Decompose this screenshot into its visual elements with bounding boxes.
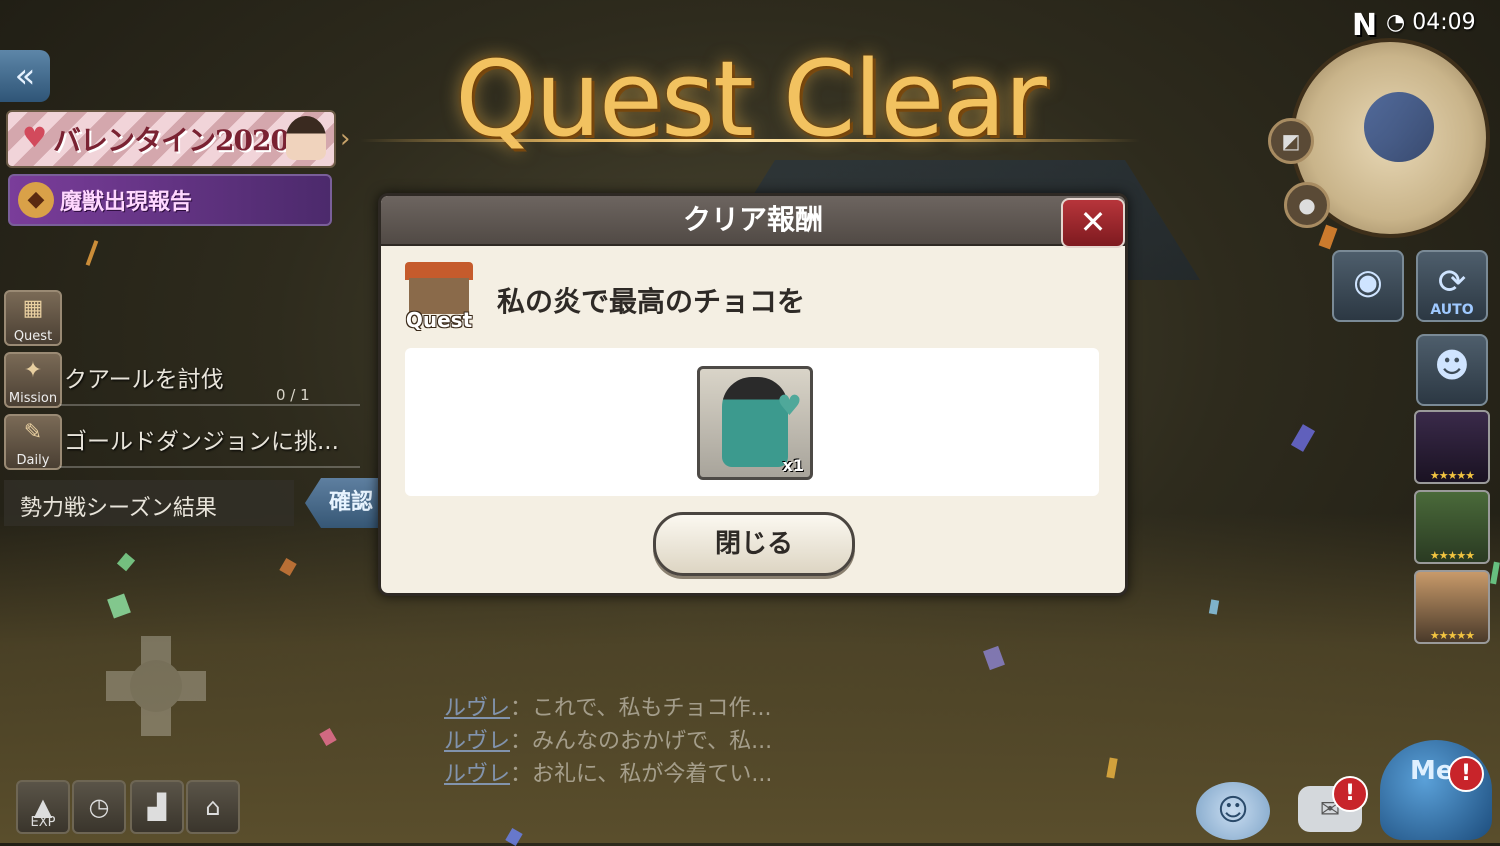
quest-tag-label: Quest bbox=[13, 329, 53, 344]
beast-banner-label: 魔獣出現報告 bbox=[60, 190, 193, 215]
cage-button[interactable]: ⌂ bbox=[186, 780, 240, 834]
title-underline bbox=[360, 139, 1140, 142]
virtual-joystick[interactable] bbox=[106, 636, 206, 736]
boots-icon: ▟ bbox=[147, 793, 167, 821]
clear-reward-dialog: クリア報酬 ✕ Quest 私の炎で最高のチョコを ♥ x1 閉じる bbox=[378, 193, 1128, 596]
divider bbox=[60, 404, 360, 406]
fox-icon: ◆ bbox=[18, 182, 54, 218]
quest-tracker-quest[interactable]: ▦ Quest bbox=[4, 290, 364, 346]
dialog-title: クリア報酬 bbox=[381, 196, 1125, 246]
emote-button[interactable]: ☺ bbox=[1196, 782, 1270, 840]
timer-button[interactable]: ◷ bbox=[72, 780, 126, 834]
smiley-icon: ☺ bbox=[1217, 793, 1249, 828]
mission-progress: 0 / 1 bbox=[276, 386, 310, 404]
menu-label: Me bbox=[1410, 756, 1454, 786]
reward-item-outfit[interactable]: ♥ x1 bbox=[697, 366, 813, 480]
exp-label: EXP bbox=[30, 815, 56, 830]
chat-log: ルヴレ：これで、私もチョコ作... ルヴレ：みんなのおかげで、私... ルヴレ：… bbox=[444, 690, 824, 789]
main-menu-button[interactable]: Me bbox=[1380, 740, 1492, 840]
party-button[interactable]: ☻ bbox=[1416, 334, 1488, 406]
compass-north: N bbox=[1352, 8, 1378, 43]
party-member-3-portrait[interactable]: ★★★★★ bbox=[1414, 570, 1490, 644]
pet-icon: ● bbox=[1298, 193, 1316, 217]
rarity-stars: ★★★★★ bbox=[1429, 549, 1475, 562]
message-alert-badge: ! bbox=[1332, 776, 1368, 812]
quest-tag-icon: ▦ Quest bbox=[4, 290, 62, 346]
daily-text: ゴールドダンジョンに挑... bbox=[64, 429, 339, 455]
quest-tracker-daily[interactable]: ✎ Daily ゴールドダンジョンに挑... bbox=[4, 414, 364, 470]
beast-report-banner[interactable]: ◆ 魔獣出現報告 bbox=[8, 174, 332, 226]
mission-text: クアールを討伐 bbox=[64, 367, 224, 393]
quest-name: 私の炎で最高のチョコを bbox=[497, 285, 806, 318]
chat-speaker[interactable]: ルヴレ bbox=[444, 762, 510, 787]
player-marker-icon bbox=[1364, 92, 1434, 162]
joystick-knob bbox=[130, 660, 182, 712]
stopwatch-icon: ◷ bbox=[88, 793, 110, 821]
camera-button[interactable]: ◉ bbox=[1332, 250, 1404, 322]
close-button[interactable]: 閉じる bbox=[653, 512, 855, 576]
divider bbox=[60, 466, 360, 468]
pet-button[interactable]: ● bbox=[1284, 182, 1330, 228]
exp-button[interactable]: ▲ EXP bbox=[16, 780, 70, 834]
menu-alert-badge: ! bbox=[1448, 756, 1484, 792]
chat-speaker[interactable]: ルヴレ bbox=[444, 696, 510, 721]
heart-icon: ♥ bbox=[776, 389, 802, 422]
daily-tag-icon: ✎ Daily bbox=[4, 414, 62, 470]
reward-quantity: x1 bbox=[782, 456, 804, 475]
quest-type-icon: Quest bbox=[401, 262, 477, 334]
group-icon: ☻ bbox=[1434, 346, 1470, 386]
map-zoom-button[interactable]: ◩ bbox=[1268, 118, 1314, 164]
chat-line: ルヴレ：みんなのおかげで、私... bbox=[444, 723, 824, 756]
close-x-button[interactable]: ✕ bbox=[1061, 198, 1125, 248]
chat-line: ルヴレ：これで、私もチョコ作... bbox=[444, 690, 824, 723]
clock-time: 04:09 bbox=[1412, 10, 1476, 35]
chat-separator: ： bbox=[510, 762, 533, 787]
chat-message: みんなのおかげで、私... bbox=[532, 729, 773, 754]
quest-type-label: Quest bbox=[405, 308, 473, 332]
rarity-stars: ★★★★★ bbox=[1429, 469, 1475, 482]
mission-tag-icon: ✦ Mission bbox=[4, 352, 62, 408]
party-member-2-portrait[interactable]: ★★★★★ bbox=[1414, 490, 1490, 564]
beast-icon: ✦ bbox=[23, 358, 43, 383]
cage-icon: ⌂ bbox=[205, 793, 221, 821]
quest-tracker-mission[interactable]: ✦ Mission クアールを討伐 0 / 1 bbox=[4, 352, 364, 408]
rarity-stars: ★★★★★ bbox=[1429, 629, 1475, 642]
chat-message: これで、私もチョコ作... bbox=[532, 696, 772, 721]
auto-button[interactable]: ⟳ AUTO bbox=[1416, 250, 1488, 322]
party-member-1-portrait[interactable]: ★★★★★ bbox=[1414, 410, 1490, 484]
movie-camera-icon: ◉ bbox=[1353, 262, 1383, 302]
faction-war-result-row: 勢力戦シーズン結果 bbox=[4, 480, 294, 526]
close-icon: ✕ bbox=[1079, 203, 1107, 241]
mission-tag-label: Mission bbox=[8, 391, 58, 406]
boots-button[interactable]: ▟ bbox=[130, 780, 184, 834]
chat-message: お礼に、私が今着てい... bbox=[532, 762, 773, 787]
scroll-icon: ✎ bbox=[23, 420, 43, 445]
shop-icon: ▦ bbox=[22, 296, 44, 321]
auto-label: AUTO bbox=[1430, 302, 1474, 318]
daily-tag-label: Daily bbox=[16, 453, 50, 468]
chat-speaker[interactable]: ルヴレ bbox=[444, 729, 510, 754]
map-icon: ◩ bbox=[1281, 129, 1301, 153]
confirm-button[interactable]: 確認 bbox=[305, 478, 385, 528]
clock: ◔ 04:09 bbox=[1386, 10, 1476, 35]
chat-separator: ： bbox=[510, 696, 533, 721]
chat-separator: ： bbox=[510, 729, 533, 754]
clock-icon: ◔ bbox=[1386, 10, 1406, 35]
chat-line: ルヴレ：お礼に、私が今着てい... bbox=[444, 756, 824, 789]
faction-war-label: 勢力戦シーズン結果 bbox=[20, 496, 217, 521]
